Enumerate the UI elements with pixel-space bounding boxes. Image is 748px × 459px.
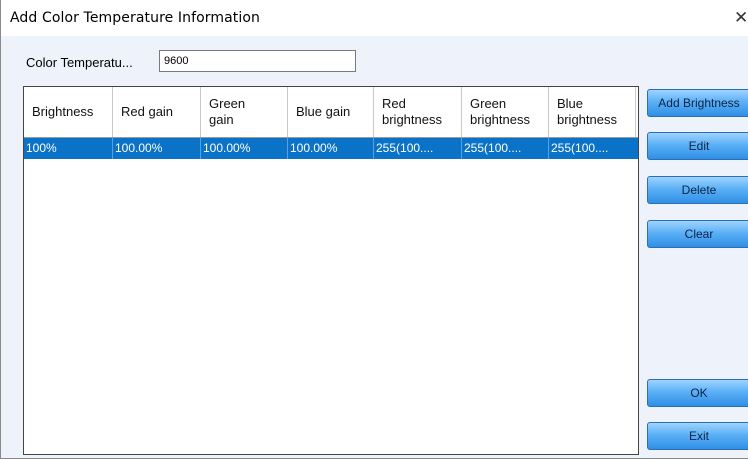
edit-button[interactable]: Edit: [647, 132, 748, 160]
cell-brightness: 100%: [24, 138, 113, 159]
column-header-brightness[interactable]: Brightness: [24, 87, 113, 137]
color-temperature-label: Color Temperatu...: [26, 55, 133, 70]
column-header-red-brightness[interactable]: Red brightness: [374, 87, 462, 137]
clear-button[interactable]: Clear: [647, 220, 748, 248]
cell-blue-gain: 100.00%: [288, 138, 374, 159]
column-header-green-brightness[interactable]: Green brightness: [462, 87, 549, 137]
column-header-blue-brightness[interactable]: Blue brightness: [549, 87, 636, 137]
title-bar: Add Color Temperature Information ✕: [1, 0, 748, 36]
add-color-temperature-dialog: Add Color Temperature Information ✕ Colo…: [0, 0, 748, 459]
cell-green-brightness: 255(100....: [462, 138, 549, 159]
brightness-table: Brightness Red gain Green gain Blue gain…: [23, 86, 639, 455]
column-header-green-gain[interactable]: Green gain: [201, 87, 288, 137]
cell-red-brightness: 255(100....: [374, 138, 462, 159]
color-temperature-input[interactable]: [159, 50, 356, 72]
close-icon[interactable]: ✕: [734, 8, 748, 28]
ok-button[interactable]: OK: [647, 379, 748, 407]
table-header: Brightness Red gain Green gain Blue gain…: [24, 87, 638, 138]
delete-button[interactable]: Delete: [647, 176, 748, 204]
cell-red-gain: 100.00%: [113, 138, 201, 159]
table-row-selected[interactable]: 100% 100.00% 100.00% 100.00% 255(100....…: [24, 138, 638, 159]
cell-green-gain: 100.00%: [201, 138, 288, 159]
cell-blue-brightness: 255(100....: [551, 141, 609, 155]
column-header-red-gain[interactable]: Red gain: [113, 87, 201, 137]
exit-button[interactable]: Exit: [647, 422, 748, 450]
column-header-blue-gain[interactable]: Blue gain: [288, 87, 374, 137]
dialog-title: Add Color Temperature Information: [10, 10, 261, 26]
add-brightness-button[interactable]: Add Brightness: [647, 89, 748, 117]
